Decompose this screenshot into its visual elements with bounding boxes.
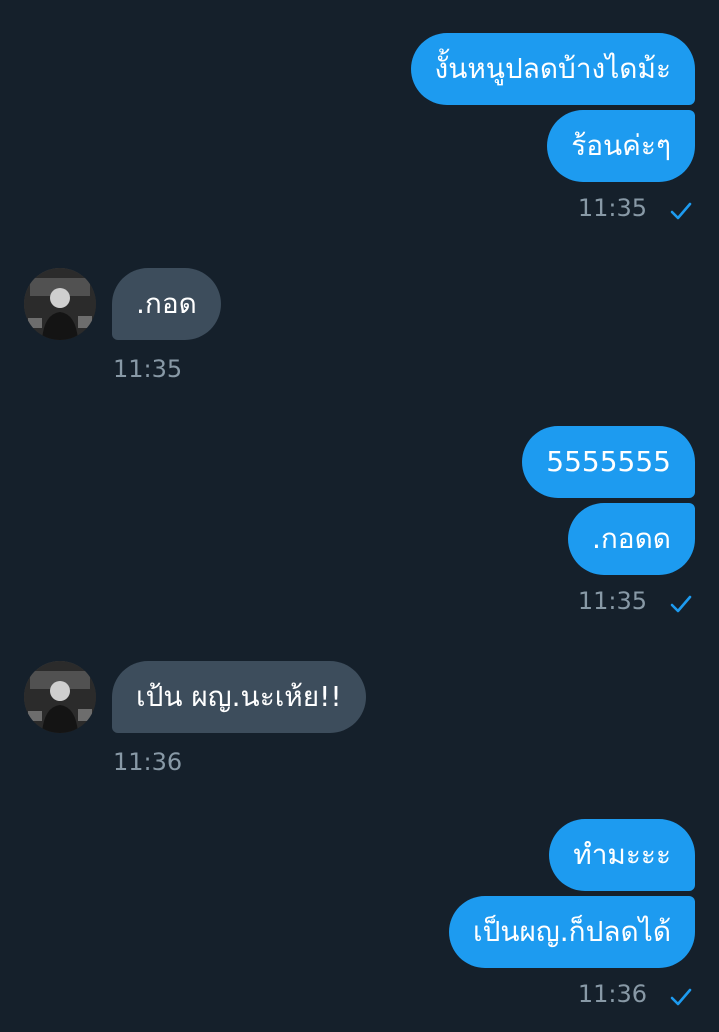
message-text: ทำมะะะ	[573, 838, 671, 871]
message-text: เป้น ผญ.นะเห้ย!!	[136, 680, 342, 713]
message-text: ร้อนค่ะๆ	[571, 129, 671, 162]
outgoing-message-bubble[interactable]: .กอดด	[567, 503, 695, 575]
message-timestamp: 11:35	[577, 194, 647, 222]
outgoing-message-bubble[interactable]: เป็นผญ.ก็ปลดได้	[449, 896, 695, 968]
message-timestamp: 11:36	[577, 980, 647, 1008]
avatar-image	[24, 661, 96, 733]
outgoing-message-bubble[interactable]: ร้อนค่ะๆ	[547, 110, 695, 182]
avatar-image	[24, 268, 96, 340]
checkmark-icon	[670, 595, 692, 613]
outgoing-message-bubble[interactable]: งั้นหนูปลดบ้างไดม้ะ	[410, 33, 695, 105]
outgoing-message-bubble[interactable]: 5555555	[522, 426, 695, 498]
incoming-message-bubble[interactable]: .กอด	[112, 268, 221, 340]
message-text: .กอด	[136, 287, 197, 320]
message-text: .กอดด	[591, 522, 671, 555]
message-timestamp: 11:36	[113, 748, 183, 776]
message-text: เป็นผญ.ก็ปลดได้	[473, 915, 671, 948]
message-text: งั้นหนูปลดบ้างไดม้ะ	[434, 52, 671, 85]
user-avatar[interactable]	[24, 268, 96, 340]
checkmark-icon	[670, 202, 692, 220]
outgoing-message-bubble[interactable]: ทำมะะะ	[549, 819, 695, 891]
incoming-message-bubble[interactable]: เป้น ผญ.นะเห้ย!!	[112, 661, 366, 733]
checkmark-icon	[670, 988, 692, 1006]
message-timestamp: 11:35	[113, 355, 183, 383]
message-timestamp: 11:35	[577, 587, 647, 615]
message-text: 5555555	[546, 445, 671, 478]
user-avatar[interactable]	[24, 661, 96, 733]
